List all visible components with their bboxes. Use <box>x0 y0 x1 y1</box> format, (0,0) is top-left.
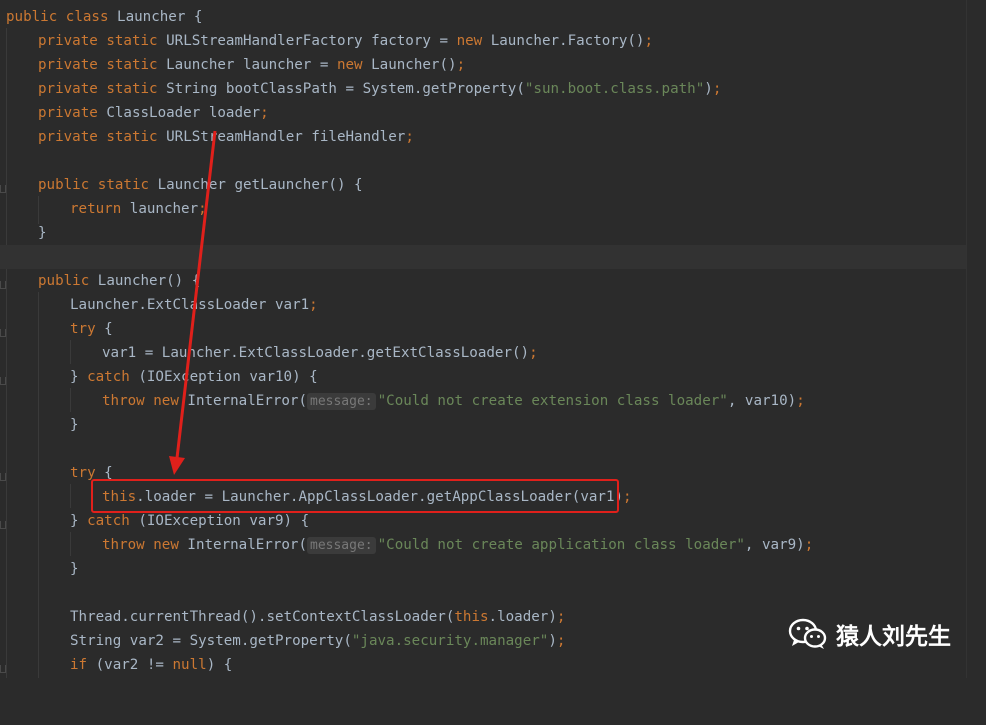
watermark: 猿人刘先生 <box>788 617 951 651</box>
annotation-arrow-head <box>169 456 185 475</box>
annotation-arrow <box>169 130 217 475</box>
annotation-arrow-line <box>175 130 217 459</box>
wechat-icon <box>788 618 827 649</box>
watermark-text: 猿人刘先生 <box>836 624 951 650</box>
